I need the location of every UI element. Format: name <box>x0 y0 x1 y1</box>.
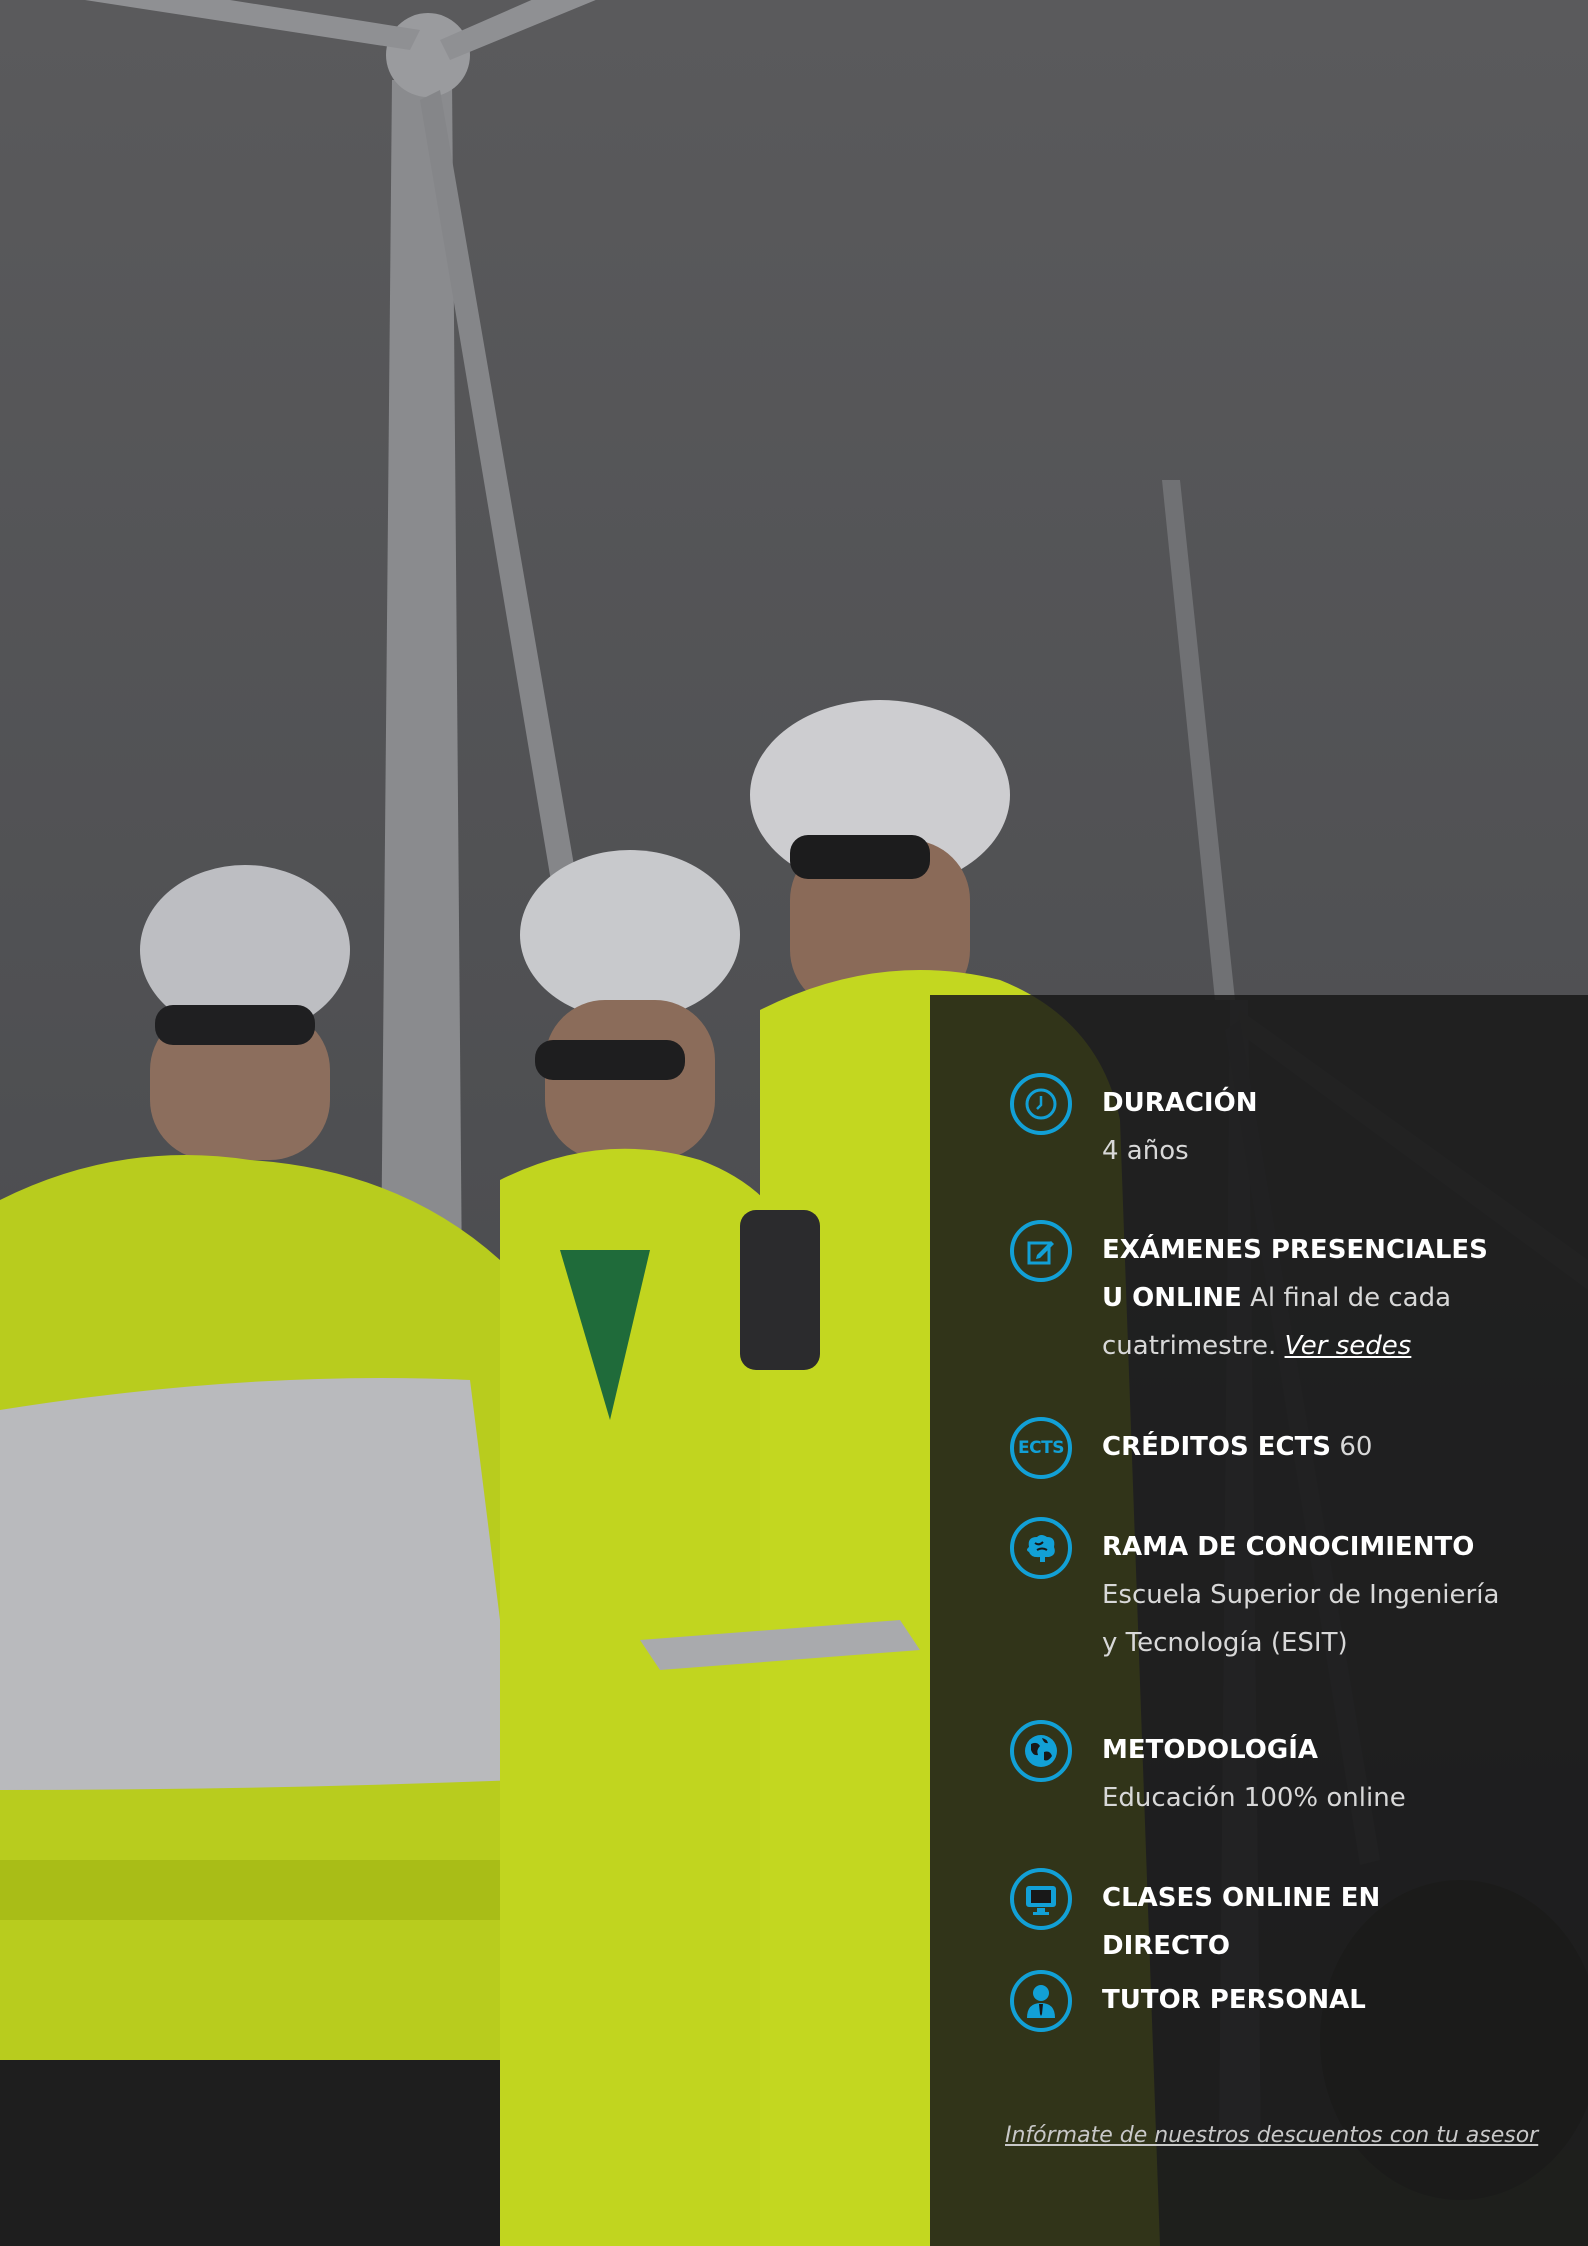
monitor-icon <box>1010 1868 1072 1930</box>
globe-icon <box>1010 1720 1072 1782</box>
feature-text: RAMA DE CONOCIMIENTO Escuela Superior de… <box>1102 1523 1502 1667</box>
discounts-advisor-link[interactable]: Infórmate de nuestros descuentos con tu … <box>1005 2123 1538 2148</box>
ver-sedes-link[interactable]: Ver sedes <box>1285 1331 1412 1361</box>
feature-title: CRÉDITOS ECTS <box>1102 1432 1332 1462</box>
feature-value: 4 años <box>1102 1136 1189 1166</box>
pen-square-icon <box>1010 1220 1072 1282</box>
feature-value: 60 <box>1339 1432 1373 1462</box>
feature-title: RAMA DE CONOCIMIENTO <box>1102 1532 1475 1562</box>
feature-text: CRÉDITOS ECTS 60 <box>1102 1423 1502 1471</box>
ects-icon-label: ECTS <box>1018 1438 1064 1458</box>
feature-text: DURACIÓN 4 años <box>1102 1079 1502 1175</box>
ects-badge-icon: ECTS <box>1010 1417 1072 1479</box>
feature-text: EXÁMENES PRESENCIALES U ONLINE Al final … <box>1102 1226 1502 1370</box>
feature-title: DURACIÓN <box>1102 1088 1258 1118</box>
feature-title: TUTOR PERSONAL <box>1102 1985 1366 2015</box>
feature-text: METODOLOGÍA Educación 100% online <box>1102 1726 1502 1822</box>
program-info-panel: DURACIÓN 4 años EXÁMENES PRESENCIALES U … <box>930 995 1588 2246</box>
feature-title: CLASES ONLINE EN DIRECTO <box>1102 1883 1381 1961</box>
feature-value: Escuela Superior de Ingeniería y Tecnolo… <box>1102 1580 1500 1658</box>
feature-title: METODOLOGÍA <box>1102 1735 1319 1765</box>
tutor-person-icon <box>1010 1970 1072 2032</box>
clock-icon <box>1010 1073 1072 1135</box>
feature-text: CLASES ONLINE EN DIRECTO <box>1102 1874 1502 1970</box>
feature-value: Educación 100% online <box>1102 1783 1406 1813</box>
feature-text: TUTOR PERSONAL <box>1102 1976 1502 2024</box>
brain-icon <box>1010 1517 1072 1579</box>
